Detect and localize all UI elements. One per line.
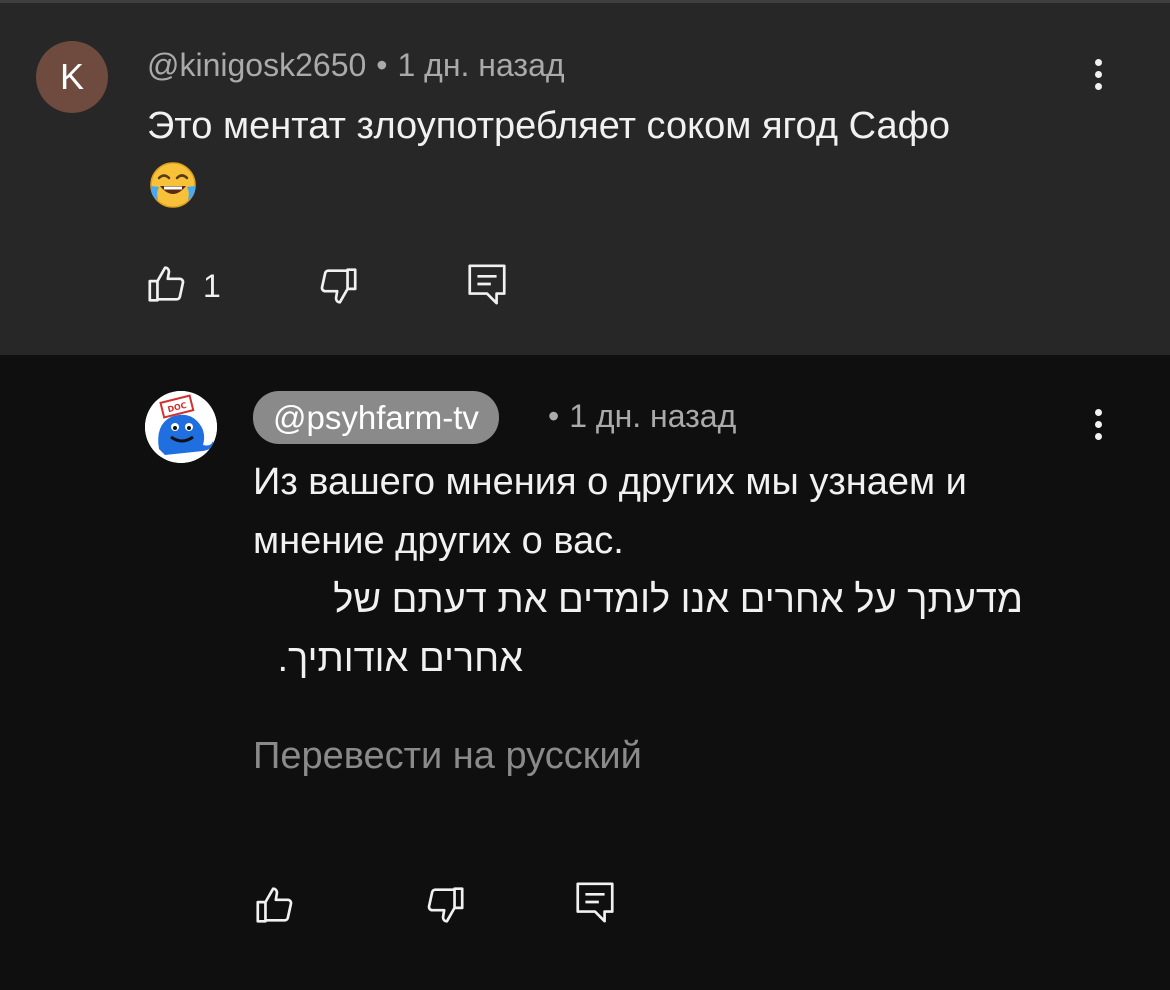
meta-separator: • — [376, 47, 388, 83]
like-icon — [256, 887, 293, 923]
meta-separator: • — [548, 398, 560, 434]
comment-text-line: мнение других о вас. — [253, 520, 624, 562]
comment-psyhfarm: DOC @psyhfarm-tv • 1 дн. назад Из вашего … — [0, 355, 1170, 990]
dislike-button[interactable] — [314, 263, 360, 314]
more-options-button[interactable] — [1086, 405, 1110, 449]
reply-icon — [576, 882, 614, 923]
like-count: 1 — [203, 268, 221, 304]
reply-icon — [468, 264, 506, 305]
like-button[interactable] — [145, 261, 191, 312]
comments-screen: K @kinigosk2650 • 1 дн. назад Это ментат з… — [0, 0, 1170, 990]
dislike-icon — [427, 887, 464, 923]
dislike-button[interactable] — [421, 882, 467, 933]
comment-time: 1 дн. назад — [397, 47, 565, 83]
laughing-emoji — [147, 158, 199, 215]
comment-text-line-hebrew: מדעתך על אחרים אנו לומדים את דעתם של — [333, 579, 1023, 621]
reply-button[interactable] — [464, 261, 510, 312]
avatar[interactable]: K — [36, 41, 108, 113]
comment-meta: @kinigosk2650 • 1 дн. назад — [147, 47, 565, 84]
comment-kinigosk: K @kinigosk2650 • 1 дн. назад Это ментат з… — [0, 3, 1170, 355]
more-options-button[interactable] — [1086, 55, 1110, 99]
like-button[interactable] — [253, 882, 299, 933]
dislike-icon — [320, 268, 357, 304]
comment-text-line: Из вашего мнения о других мы узнаем и — [253, 461, 967, 503]
like-icon — [148, 266, 185, 302]
comment-text-line-hebrew: אחרים אודותיך. — [277, 638, 524, 680]
author-name[interactable]: @psyhfarm-tv — [253, 391, 499, 444]
comment-time: 1 дн. назад — [569, 398, 737, 434]
comment-meta: • 1 дн. назад — [538, 398, 736, 435]
avatar[interactable]: DOC — [145, 391, 217, 463]
author-name[interactable]: @kinigosk2650 — [147, 47, 366, 83]
reply-button[interactable] — [572, 879, 618, 930]
comment-text: Это ментат злоупотребляет соком ягод Саф… — [147, 105, 950, 147]
translate-link[interactable]: Перевести на русский — [253, 735, 642, 778]
